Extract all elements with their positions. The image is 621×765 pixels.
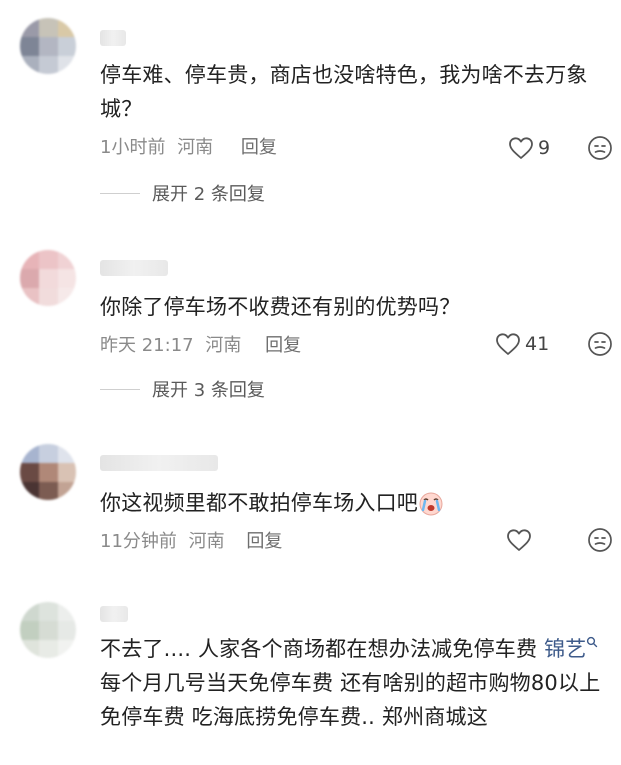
avatar[interactable] [20,250,76,306]
keyword-link-text: 锦艺 [544,637,587,661]
expand-replies-label: 展开 3 条回复 [152,380,265,401]
comment-text: 不去了.... 人家各个商场都在想办法减免停车费 锦艺 每个月几号当天免停车费 … [100,632,605,734]
expand-replies-label: 展开 2 条回复 [152,184,265,205]
comment-list: 停车难、停车贵，商店也没啥特色，我为啥不去万象城？ 1小时前 河南 回复 9 展… [0,0,621,765]
avatar[interactable] [20,602,76,658]
comment-text-after-link: 每个月几号当天免停车费 还有啥别的超市购物80以上免停车费 吃海底捞免停车费..… [100,671,601,729]
like-button[interactable] [506,525,536,555]
avatar[interactable] [20,18,76,74]
search-icon [587,636,598,648]
comment-meta: 昨天 21:17 河南 回复 [100,331,301,357]
comment-item: 不去了.... 人家各个商场都在想办法减免停车费 锦艺 每个月几号当天免停车费 … [0,590,621,765]
reply-button[interactable]: 回复 [246,527,282,553]
comment-item: 你除了停车场不收费还有别的优势吗？ 昨天 21:17 河南 回复 41 展开 3… [0,230,621,430]
avatar[interactable] [20,444,76,500]
like-button[interactable]: 41 [495,329,549,359]
comment-item: 停车难、停车贵，商店也没啥特色，我为啥不去万象城？ 1小时前 河南 回复 9 展… [0,0,621,230]
expand-divider [100,192,140,194]
like-button[interactable]: 9 [508,133,550,163]
keyword-link[interactable]: 锦艺 [544,636,598,661]
username[interactable] [100,606,128,622]
expand-divider [100,388,140,390]
comment-text: 停车难、停车贵，商店也没啥特色，我为啥不去万象城？ [100,63,588,121]
comment-text: 你这视频里都不敢拍停车场入口吧 [100,486,605,520]
comment-text-content: 你这视频里都不敢拍停车场入口吧 [100,491,418,515]
heart-outline-icon [509,137,533,159]
comment-text-before-link: 不去了.... 人家各个商场都在想办法减免停车费 [100,637,545,661]
expand-replies-button[interactable]: 展开 3 条回复 [100,376,265,402]
comment-time: 11分钟前 [100,531,177,552]
comment-text: 你除了停车场不收费还有别的优势吗？ [100,295,461,319]
comment-meta: 1小时前 河南 回复 [100,133,277,159]
comment-meta: 11分钟前 河南 回复 [100,527,282,553]
reply-button[interactable]: 回复 [265,331,301,357]
comment-location: 河南 [188,531,225,552]
like-count: 9 [538,137,551,159]
comment-item: 你这视频里都不敢拍停车场入口吧 11分钟前 河南 回复 [0,430,621,590]
dislike-face-icon[interactable] [587,135,613,161]
username[interactable] [100,30,126,46]
like-count: 41 [525,333,550,355]
comment-location: 河南 [205,335,242,356]
comment-time: 昨天 21:17 [100,335,194,356]
dislike-face-icon[interactable] [587,527,613,553]
comment-location: 河南 [177,137,214,158]
expand-replies-button[interactable]: 展开 2 条回复 [100,180,265,206]
reply-button[interactable]: 回复 [241,133,277,159]
username[interactable] [100,260,168,276]
comment-time: 1小时前 [100,137,166,158]
heart-outline-icon [507,529,531,551]
dislike-face-icon[interactable] [587,331,613,357]
heart-outline-icon [496,333,520,355]
crying-face-emoji [419,492,443,516]
username[interactable] [100,455,218,471]
